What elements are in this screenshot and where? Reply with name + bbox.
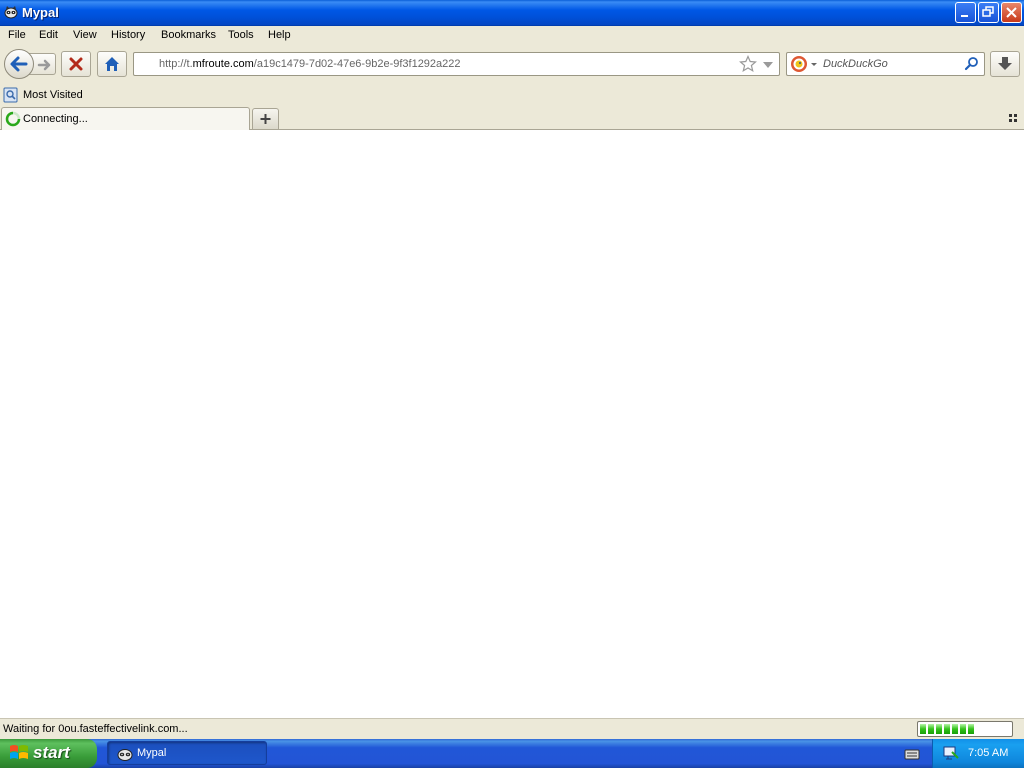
window-title: Mypal [22, 5, 59, 20]
page-content-area[interactable] [0, 130, 1024, 718]
back-forward-group [4, 49, 56, 79]
progress-segment [944, 724, 950, 734]
back-arrow-icon [10, 56, 28, 72]
tab-title: Connecting... [23, 113, 88, 125]
most-visited-icon [3, 87, 18, 103]
url-domain: mfroute.com [192, 58, 254, 70]
progress-segment [960, 724, 966, 734]
window-titlebar[interactable]: Mypal [0, 0, 1024, 26]
url-path: /a19c1479-7d02-47e6-9b2e-9f3f1292a222 [253, 58, 461, 70]
home-icon [105, 57, 119, 71]
loading-spinner-icon [5, 111, 21, 127]
download-arrow-icon [998, 57, 1012, 70]
bookmark-star-icon[interactable] [739, 55, 757, 73]
progress-segment [952, 724, 958, 734]
tab-active[interactable]: Connecting... [1, 107, 250, 130]
minimize-icon [961, 15, 968, 17]
taskbar-item-mypal[interactable]: Mypal [107, 741, 267, 765]
menu-history[interactable]: History [111, 29, 145, 41]
bookmarks-toolbar: Most Visited [0, 84, 1024, 106]
plus-icon [260, 114, 271, 124]
menu-bar: File Edit View History Bookmarks Tools H… [0, 26, 1024, 46]
keyboard-language-icon[interactable] [904, 747, 920, 761]
start-button[interactable]: start [0, 739, 97, 768]
url-bar[interactable]: http://t.mfroute.com/a19c1479-7d02-47e6-… [133, 52, 780, 76]
restore-button[interactable] [978, 2, 999, 23]
minimize-button[interactable] [955, 2, 976, 23]
back-button[interactable] [4, 49, 34, 79]
stop-x-icon [69, 57, 83, 71]
windows-logo-icon [10, 745, 28, 759]
close-button[interactable] [1001, 2, 1022, 23]
status-bar: Waiting for 0ou.fasteffectivelink.com... [0, 718, 1024, 739]
progress-segment [968, 724, 974, 734]
search-input: DuckDuckGo [823, 58, 888, 70]
tab-groups-grid-icon[interactable] [1008, 112, 1020, 124]
mypal-raccoon-icon [4, 5, 18, 19]
progress-fill [920, 724, 1010, 734]
close-icon [1006, 7, 1017, 18]
url-history-dropdown-icon[interactable] [762, 56, 774, 74]
new-tab-button[interactable] [252, 108, 279, 129]
url-text: http://t.mfroute.com/a19c1479-7d02-47e6-… [159, 58, 461, 70]
stop-button[interactable] [61, 51, 91, 77]
home-button[interactable] [97, 51, 127, 77]
downloads-button[interactable] [990, 51, 1020, 77]
taskbar-clock: 7:05 AM [968, 747, 1009, 759]
duckduckgo-icon[interactable] [790, 55, 808, 73]
search-engine-dropdown-icon[interactable] [810, 56, 818, 74]
menu-tools[interactable]: Tools [228, 29, 254, 41]
progress-segment [936, 724, 942, 734]
search-bar[interactable]: DuckDuckGo [786, 52, 985, 76]
status-text: Waiting for 0ou.fasteffectivelink.com... [3, 723, 188, 735]
url-scheme-host: http://t. [159, 58, 193, 70]
taskbar-item-label: Mypal [137, 747, 167, 759]
network-status-icon[interactable] [942, 744, 960, 762]
menu-help[interactable]: Help [268, 29, 291, 41]
menu-view[interactable]: View [73, 29, 97, 41]
tab-strip: Connecting... [0, 106, 1024, 130]
start-label: start [33, 743, 70, 762]
restore-icon [982, 6, 994, 17]
menu-file[interactable]: File [8, 29, 26, 41]
bookmark-label: Most Visited [23, 89, 83, 101]
progress-segment [920, 724, 926, 734]
menu-edit[interactable]: Edit [39, 29, 58, 41]
forward-arrow-icon [37, 59, 51, 71]
navigation-toolbar: http://t.mfroute.com/a19c1479-7d02-47e6-… [0, 46, 1024, 84]
page-load-progress [917, 721, 1013, 737]
taskbar: start Mypal 7:05 AM [0, 739, 1024, 768]
progress-segment [928, 724, 934, 734]
mypal-raccoon-icon [117, 749, 133, 761]
system-tray: 7:05 AM [932, 739, 1024, 768]
menu-bookmarks[interactable]: Bookmarks [161, 29, 216, 41]
search-icon[interactable] [964, 56, 980, 72]
